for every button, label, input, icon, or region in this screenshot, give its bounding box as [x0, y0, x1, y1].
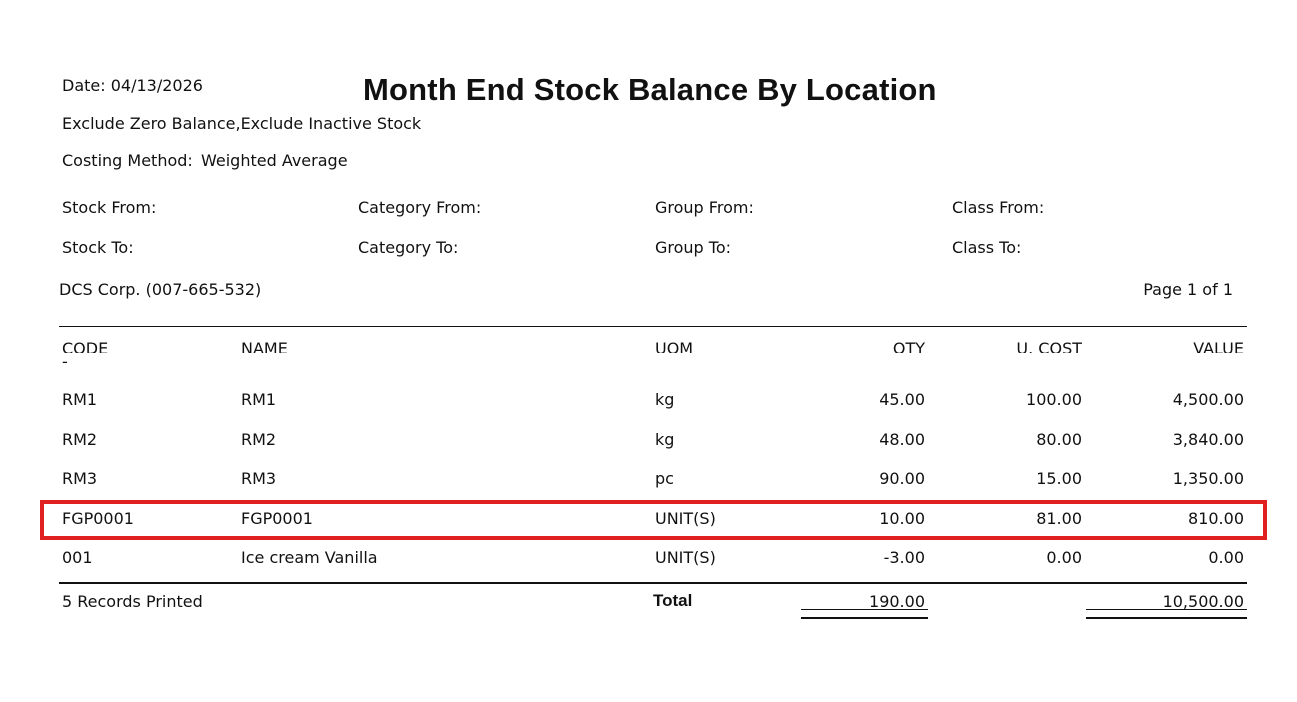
cell-value: 1,350.00	[1172, 469, 1244, 488]
cell-uom: UNIT(S)	[655, 509, 716, 528]
total-value-underline-2	[1086, 617, 1247, 619]
cell-value: 4,500.00	[1172, 390, 1244, 409]
stock-to-label: Stock To:	[62, 238, 134, 257]
cell-name: FGP0001	[241, 509, 313, 528]
cell-code: RM2	[62, 430, 98, 449]
class-from-label: Class From:	[952, 198, 1045, 217]
cell-name: RM2	[241, 430, 277, 449]
page-number: Page 1 of 1	[1143, 280, 1233, 299]
cell-uom: kg	[655, 390, 675, 409]
table-row: RM3 RM3 pc 90.00 15.00 1,350.00	[0, 467, 1297, 491]
table-bottom-rule	[59, 582, 1247, 584]
report-title: Month End Stock Balance By Location	[363, 72, 937, 107]
header-code: CODE	[62, 339, 109, 353]
table-row-highlighted[interactable]: FGP0001 FGP0001 UNIT(S) 10.00 81.00 810.…	[0, 507, 1297, 531]
group-to-label: Group To:	[655, 238, 732, 257]
cell-qty: 48.00	[879, 430, 925, 449]
records-printed: 5 Records Printed	[62, 592, 203, 611]
cell-value: 810.00	[1188, 509, 1244, 528]
report-filters: Exclude Zero Balance,Exclude Inactive St…	[62, 114, 422, 133]
table-row: 001 Ice cream Vanilla UNIT(S) -3.00 0.00…	[0, 546, 1297, 570]
cell-value: 3,840.00	[1172, 430, 1244, 449]
costing-method-label: Costing Method:	[62, 151, 193, 170]
group-from-label: Group From:	[655, 198, 754, 217]
total-label: Total	[653, 591, 693, 610]
costing-method-value: Weighted Average	[201, 151, 348, 170]
header-qty: QTY	[892, 339, 925, 353]
cell-code: FGP0001	[62, 509, 134, 528]
cell-value: 0.00	[1208, 548, 1244, 567]
category-to-label: Category To:	[358, 238, 459, 257]
cell-code: 001	[62, 548, 93, 567]
cell-uom: pc	[655, 469, 674, 488]
cell-u-cost: 100.00	[1026, 390, 1082, 409]
cell-code: RM1	[62, 390, 98, 409]
header-u-cost: U. COST	[1016, 339, 1082, 353]
table-row: RM1 RM1 kg 45.00 100.00 4,500.00	[0, 388, 1297, 412]
header-value: VALUE	[1193, 339, 1244, 353]
cell-name: RM3	[241, 469, 277, 488]
cell-uom: UNIT(S)	[655, 548, 716, 567]
table-header-row: CODE NAME UOM QTY U. COST VALUE	[0, 338, 1297, 362]
table-row: RM2 RM2 kg 48.00 80.00 3,840.00	[0, 428, 1297, 452]
header-uom: UOM	[655, 339, 694, 353]
cell-u-cost: 80.00	[1036, 430, 1082, 449]
report-date: Date: 04/13/2026	[62, 76, 203, 95]
header-name: NAME	[241, 339, 288, 353]
total-qty-underline-2	[801, 617, 928, 619]
cell-qty: -3.00	[883, 548, 925, 567]
cell-name: Ice cream Vanilla	[241, 548, 378, 567]
stock-from-label: Stock From:	[62, 198, 157, 217]
cell-uom: kg	[655, 430, 675, 449]
cell-qty: 45.00	[879, 390, 925, 409]
cell-qty: 90.00	[879, 469, 925, 488]
total-value-underline-1	[1086, 609, 1247, 610]
company-name: DCS Corp. (007-665-532)	[59, 280, 262, 299]
total-qty-underline-1	[801, 609, 928, 610]
category-from-label: Category From:	[358, 198, 482, 217]
class-to-label: Class To:	[952, 238, 1022, 257]
table-top-rule	[59, 326, 1247, 327]
cell-u-cost: 0.00	[1046, 548, 1082, 567]
cell-qty: 10.00	[879, 509, 925, 528]
cell-u-cost: 15.00	[1036, 469, 1082, 488]
header-dash: -	[62, 352, 68, 371]
cell-name: RM1	[241, 390, 277, 409]
cell-u-cost: 81.00	[1036, 509, 1082, 528]
cell-code: RM3	[62, 469, 98, 488]
